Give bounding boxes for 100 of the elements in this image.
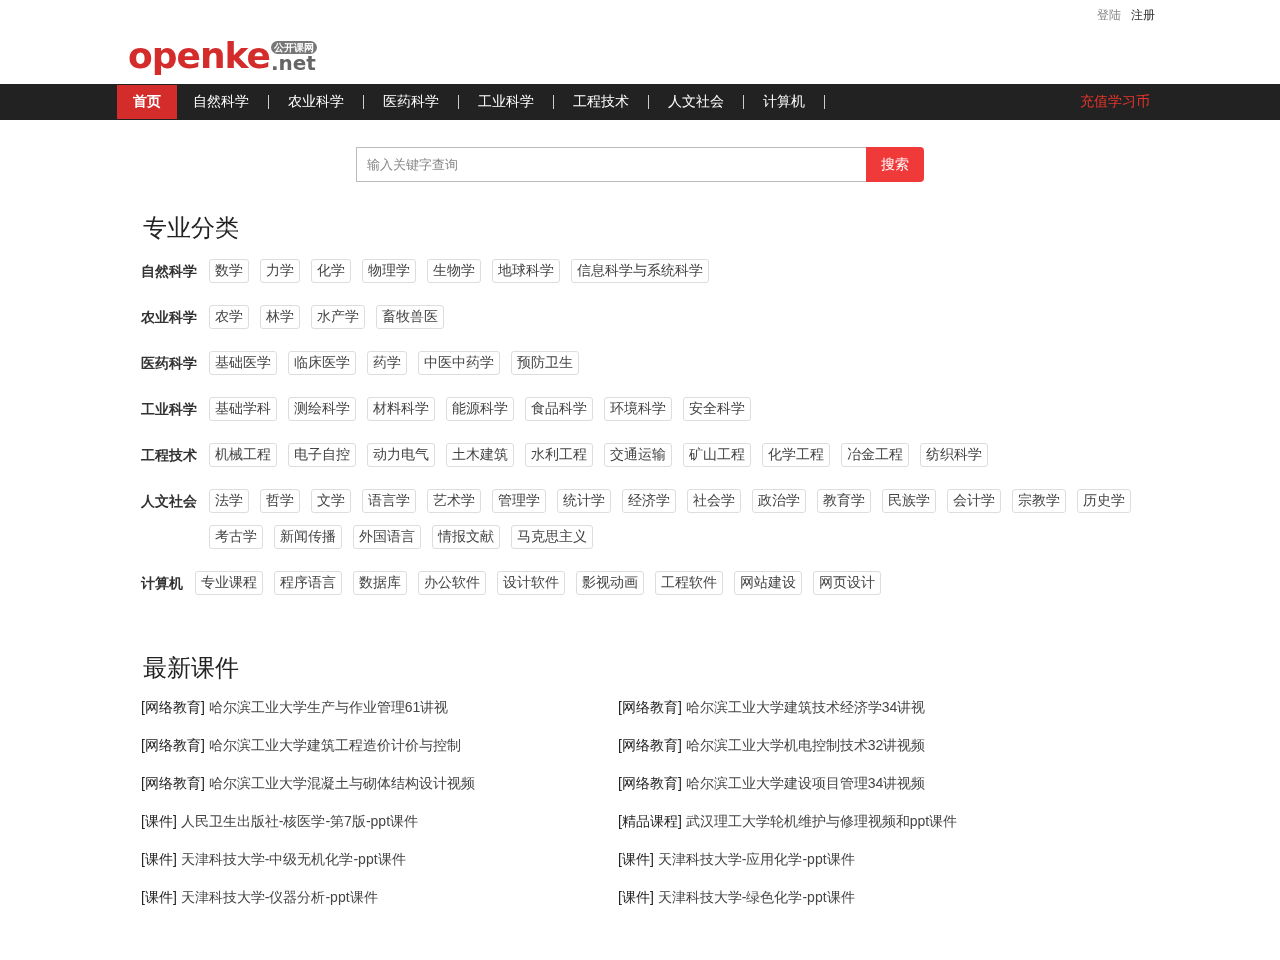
course-category-link[interactable]: [网络教育] [141,699,205,717]
login-link[interactable]: 登陆 [1097,7,1121,39]
subject-tag[interactable]: 宗教学 [1012,489,1066,513]
subject-tag[interactable]: 专业课程 [195,571,263,595]
subject-tag[interactable]: 农学 [209,305,249,329]
subject-tag[interactable]: 办公软件 [418,571,486,595]
subject-tag[interactable]: 林学 [260,305,300,329]
course-link[interactable]: 天津科技大学-应用化学-ppt课件 [657,851,855,869]
subject-tag[interactable]: 文学 [311,489,351,513]
search-button[interactable]: 搜索 [866,147,924,182]
register-link[interactable]: 注册 [1131,7,1155,39]
subject-tag[interactable]: 预防卫生 [511,351,579,375]
subject-tag[interactable]: 能源科学 [446,397,514,421]
subject-tag[interactable]: 水产学 [311,305,365,329]
recharge-link[interactable]: 充值学习币 [1080,93,1150,111]
subject-tag[interactable]: 物理学 [362,259,416,283]
subject-tag[interactable]: 数学 [209,259,249,283]
subject-tag[interactable]: 民族学 [882,489,936,513]
nav-tab[interactable]: 首页 [117,85,177,119]
nav-tab[interactable]: 工业科学 [462,84,550,120]
course-link[interactable]: 哈尔滨工业大学建筑技术经济学34讲视 [685,699,926,717]
course-link[interactable]: 哈尔滨工业大学生产与作业管理61讲视 [208,699,449,717]
subject-tag[interactable]: 电子自控 [288,443,356,467]
subject-tag[interactable]: 工程软件 [655,571,723,595]
subject-tag[interactable]: 网站建设 [734,571,802,595]
subject-tag[interactable]: 经济学 [622,489,676,513]
course-link[interactable]: 天津科技大学-仪器分析-ppt课件 [180,889,378,907]
subject-tag[interactable]: 法学 [209,489,249,513]
subject-tag[interactable]: 马克思主义 [511,525,593,549]
subject-tag[interactable]: 环境科学 [604,397,672,421]
course-link[interactable]: 哈尔滨工业大学建设项目管理34讲视频 [685,775,926,793]
subject-tag[interactable]: 会计学 [947,489,1001,513]
course-category-link[interactable]: [课件] [141,851,177,869]
subject-tag[interactable]: 网页设计 [813,571,881,595]
subject-tag[interactable]: 冶金工程 [841,443,909,467]
course-category-link[interactable]: [网络教育] [141,775,205,793]
course-link[interactable]: 哈尔滨工业大学建筑工程造价计价与控制 [208,737,461,755]
subject-tag[interactable]: 教育学 [817,489,871,513]
course-link[interactable]: 人民卫生出版社-核医学-第7版-ppt课件 [180,813,418,831]
category-label: 农业科学 [141,308,197,327]
course-category-link[interactable]: [课件] [618,851,654,869]
subject-tag[interactable]: 药学 [367,351,407,375]
subject-tag[interactable]: 机械工程 [209,443,277,467]
course-category-link[interactable]: [课件] [141,889,177,907]
course-link[interactable]: 哈尔滨工业大学机电控制技术32讲视频 [685,737,926,755]
subject-tag[interactable]: 土木建筑 [446,443,514,467]
subject-tag[interactable]: 力学 [260,259,300,283]
nav-tab[interactable]: 自然科学 [177,84,265,120]
course-link[interactable]: 武汉理工大学轮机维护与修理视频和ppt课件 [685,813,958,831]
nav-tab[interactable]: 计算机 [747,84,821,120]
subject-tag[interactable]: 艺术学 [427,489,481,513]
subject-tag[interactable]: 生物学 [427,259,481,283]
course-link[interactable]: 天津科技大学-绿色化学-ppt课件 [657,889,855,907]
subject-tag[interactable]: 哲学 [260,489,300,513]
course-category-link[interactable]: [网络教育] [141,737,205,755]
course-link[interactable]: 天津科技大学-中级无机化学-ppt课件 [180,851,406,869]
subject-tag[interactable]: 化学工程 [762,443,830,467]
subject-tag[interactable]: 畜牧兽医 [376,305,444,329]
subject-tag[interactable]: 社会学 [687,489,741,513]
subject-tag[interactable]: 中医中药学 [418,351,500,375]
course-category-link[interactable]: [网络教育] [618,699,682,717]
course-category-link[interactable]: [课件] [141,813,177,831]
subject-tag[interactable]: 程序语言 [274,571,342,595]
subject-tag[interactable]: 食品科学 [525,397,593,421]
subject-tag[interactable]: 管理学 [492,489,546,513]
subject-tag[interactable]: 临床医学 [288,351,356,375]
nav-tab[interactable]: 人文社会 [652,84,740,120]
subject-tag[interactable]: 化学 [311,259,351,283]
nav-tab[interactable]: 农业科学 [272,84,360,120]
subject-tag[interactable]: 外国语言 [353,525,421,549]
subject-tag[interactable]: 测绘科学 [288,397,356,421]
course-category-link[interactable]: [网络教育] [618,775,682,793]
subject-tag[interactable]: 统计学 [557,489,611,513]
subject-tag[interactable]: 数据库 [353,571,407,595]
subject-tag[interactable]: 水利工程 [525,443,593,467]
subject-tag[interactable]: 纺织科学 [920,443,988,467]
subject-tag[interactable]: 政治学 [752,489,806,513]
course-link[interactable]: 哈尔滨工业大学混凝土与砌体结构设计视频 [208,775,475,793]
subject-tag[interactable]: 矿山工程 [683,443,751,467]
subject-tag[interactable]: 交通运输 [604,443,672,467]
course-category-link[interactable]: [课件] [618,889,654,907]
subject-tag[interactable]: 信息科学与系统科学 [571,259,709,283]
subject-tag[interactable]: 基础学科 [209,397,277,421]
subject-tag[interactable]: 历史学 [1077,489,1131,513]
subject-tag[interactable]: 地球科学 [492,259,560,283]
subject-tag[interactable]: 新闻传播 [274,525,342,549]
subject-tag[interactable]: 考古学 [209,525,263,549]
course-category-link[interactable]: [网络教育] [618,737,682,755]
subject-tag[interactable]: 语言学 [362,489,416,513]
subject-tag[interactable]: 基础医学 [209,351,277,375]
course-category-link[interactable]: [精品课程] [618,813,682,831]
subject-tag[interactable]: 情报文献 [432,525,500,549]
search-field[interactable]: 输入关键字查询 [356,147,866,182]
subject-tag[interactable]: 设计软件 [497,571,565,595]
nav-tab[interactable]: 工程技术 [557,84,645,120]
subject-tag[interactable]: 安全科学 [683,397,751,421]
subject-tag[interactable]: 材料科学 [367,397,435,421]
subject-tag[interactable]: 影视动画 [576,571,644,595]
subject-tag[interactable]: 动力电气 [367,443,435,467]
nav-tab[interactable]: 医药科学 [367,84,455,120]
